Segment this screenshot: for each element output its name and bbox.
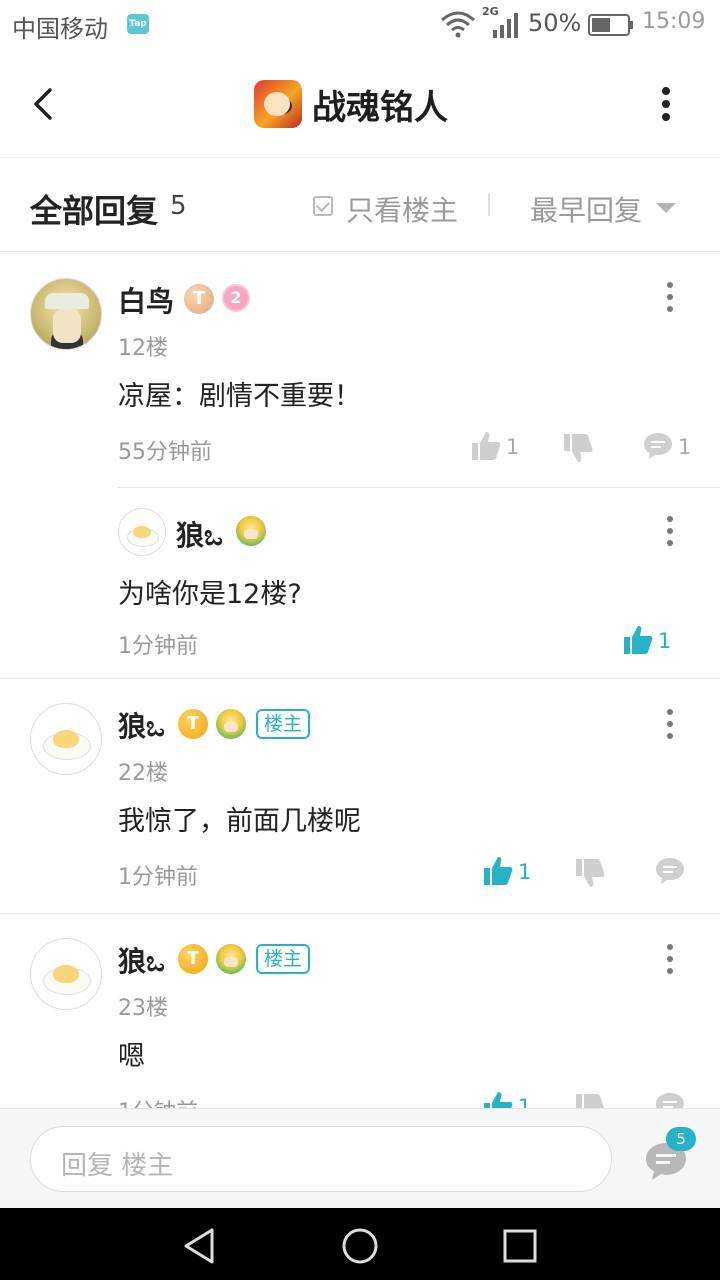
comments-count-badge: 5 — [666, 1127, 696, 1151]
status-bar: 中国移动 Tap 2G 50% 15:09 — [0, 0, 720, 50]
comment-more-icon[interactable] — [658, 942, 682, 976]
thumbs-down-icon — [564, 434, 593, 462]
reply-user-avatar[interactable] — [118, 508, 166, 556]
nav-home-icon[interactable] — [340, 1226, 380, 1266]
like-button[interactable]: 1 — [482, 1090, 542, 1108]
floor-number: 23楼 — [118, 996, 168, 1021]
comment-item: 白鸟 T 2 12楼 凉屋：剧情不重要！ 55分钟前 1 1 狼ಒ 为啥你是12… — [0, 252, 720, 678]
battery-percent: 50% — [528, 9, 582, 37]
like-count: 1 — [658, 629, 672, 653]
reply-like-button[interactable]: 1 — [622, 624, 682, 658]
like-button[interactable]: 1 — [482, 855, 542, 889]
system-navigation-bar — [0, 1208, 720, 1280]
reply-count: 1 — [678, 435, 692, 459]
all-replies-label: 全部回复 — [30, 192, 159, 230]
like-count: 1 — [506, 435, 520, 459]
signal-icon — [493, 13, 518, 38]
wifi-icon — [441, 11, 475, 38]
comment-time: 55分钟前 — [118, 440, 212, 465]
dislike-button[interactable] — [562, 432, 596, 466]
user-avatar[interactable] — [30, 938, 102, 1010]
thumbs-up-icon — [484, 857, 513, 885]
character-badge-icon — [216, 944, 246, 974]
reply-more-icon[interactable] — [658, 514, 682, 548]
thumbs-down-icon — [576, 859, 605, 887]
clock: 15:09 — [642, 9, 706, 34]
like-count: 1 — [518, 860, 532, 884]
comment-text: 我惊了，前面几楼呢 — [118, 806, 361, 837]
reply-button[interactable] — [654, 855, 688, 889]
comment-more-icon[interactable] — [658, 280, 682, 314]
comment-bubble-icon — [644, 433, 672, 459]
comment-item: 狼ಒ T 楼主 22楼 我惊了，前面几楼呢 1分钟前 1 — [0, 679, 720, 913]
divider — [118, 487, 720, 488]
replies-count: 5 — [170, 191, 187, 221]
thumbs-up-icon — [472, 432, 501, 460]
level-badge-icon: T — [184, 284, 214, 314]
floor-number: 22楼 — [118, 761, 168, 786]
reply-input[interactable]: 回复 楼主 — [30, 1126, 612, 1192]
divider — [488, 194, 490, 216]
floor-number: 12楼 — [118, 336, 168, 361]
reply-text: 为啥你是12楼? — [118, 579, 302, 610]
character-badge-icon — [236, 516, 266, 546]
user-avatar[interactable] — [30, 278, 102, 350]
comment-bubble-icon — [656, 858, 684, 884]
battery-icon — [588, 14, 633, 36]
host-tag: 楼主 — [256, 944, 311, 974]
comment-list: 白鸟 T 2 12楼 凉屋：剧情不重要！ 55分钟前 1 1 狼ಒ 为啥你是12… — [0, 252, 720, 1108]
top-app-bar: 战魂铭人 — [0, 50, 720, 158]
thumbs-up-icon — [624, 626, 653, 654]
comment-text: 凉屋：剧情不重要！ — [118, 381, 361, 412]
nav-recents-icon[interactable] — [500, 1226, 540, 1266]
thumbs-down-icon — [576, 1094, 604, 1108]
comment-item: 狼ಒ T 楼主 23楼 嗯 1分钟前 1 — [0, 914, 720, 1108]
dislike-button[interactable] — [574, 857, 608, 891]
reply-button[interactable]: 1 — [642, 430, 702, 464]
level-badge-icon: T — [178, 944, 208, 974]
comment-bubble-icon — [656, 1093, 684, 1108]
vertical-ellipsis-icon[interactable] — [654, 84, 678, 124]
reply-button[interactable] — [654, 1090, 688, 1108]
like-count: 1 — [518, 1095, 532, 1108]
back-arrow-icon[interactable] — [24, 84, 64, 124]
rank-badge-icon: 2 — [222, 284, 250, 312]
replies-filter-bar: 全部回复 5 只看楼主 最早回复 — [0, 158, 720, 252]
thumbs-up-icon — [484, 1092, 513, 1108]
nav-back-icon[interactable] — [180, 1226, 220, 1266]
carrier-name: 中国移动 — [12, 15, 108, 43]
level-badge-icon: T — [178, 709, 208, 739]
username[interactable]: 白鸟 — [118, 280, 174, 320]
taptap-notification-icon: Tap — [127, 14, 149, 34]
game-icon[interactable] — [254, 80, 302, 128]
reply-input-placeholder: 回复 楼主 — [61, 1151, 174, 1181]
only-host-checkbox[interactable] — [313, 196, 333, 216]
reply-username[interactable]: 狼ಒ — [176, 514, 223, 554]
page-title: 战魂铭人 — [312, 88, 448, 128]
username[interactable]: 狼ಒ — [118, 940, 165, 980]
reply-time: 1分钟前 — [118, 634, 198, 659]
like-button[interactable]: 1 — [470, 430, 530, 464]
sort-dropdown[interactable]: 最早回复 — [530, 189, 642, 229]
caret-down-icon[interactable] — [656, 203, 676, 213]
dislike-button[interactable] — [574, 1092, 608, 1108]
username[interactable]: 狼ಒ — [118, 705, 165, 745]
comment-time: 1分钟前 — [118, 1094, 198, 1108]
user-avatar[interactable] — [30, 703, 102, 775]
only-host-label[interactable]: 只看楼主 — [346, 189, 458, 229]
host-tag: 楼主 — [256, 709, 311, 739]
comment-text: 嗯 — [118, 1041, 145, 1072]
comment-time: 1分钟前 — [118, 865, 198, 890]
reply-input-bar: 回复 楼主 5 — [0, 1108, 720, 1208]
character-badge-icon — [216, 709, 246, 739]
comment-more-icon[interactable] — [658, 707, 682, 741]
